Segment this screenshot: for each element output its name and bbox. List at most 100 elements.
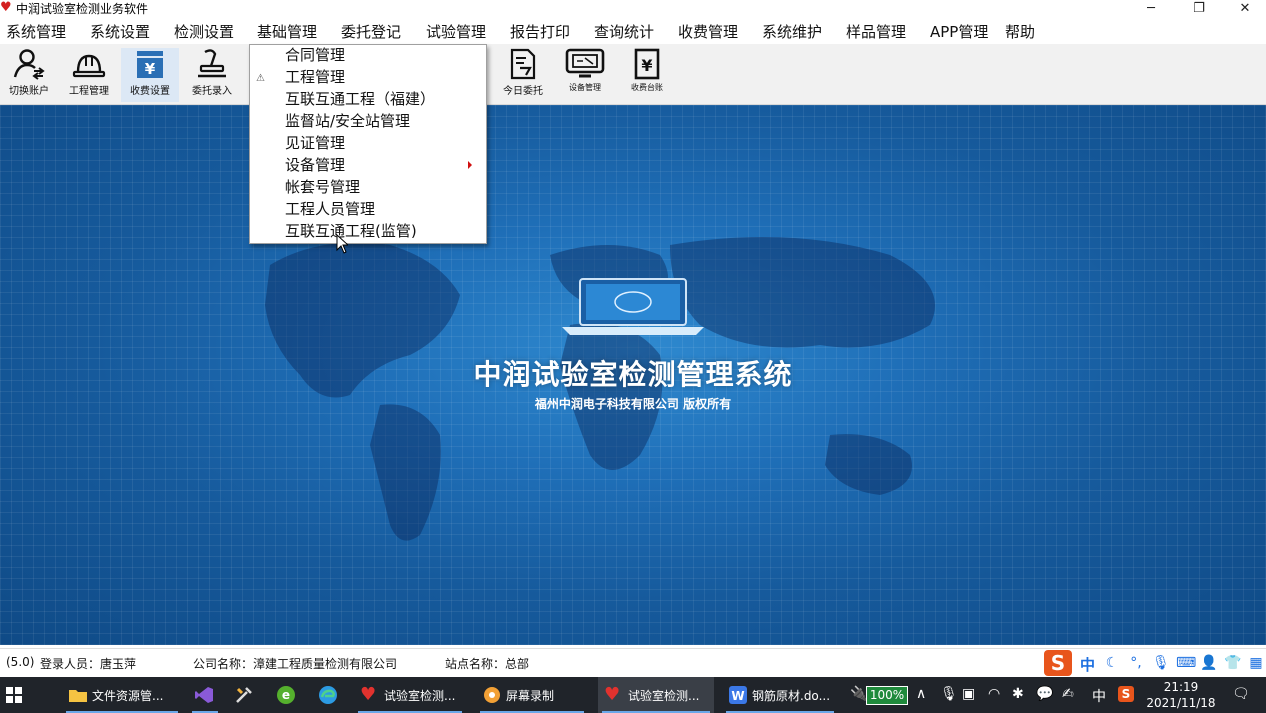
battery-indicator[interactable]: 100% (866, 686, 908, 705)
menu-help[interactable]: 帮助 (1005, 22, 1035, 42)
power-plug-icon[interactable]: 🔌 (850, 686, 867, 702)
status-bar: (5.0) 登录人员：唐玉萍 公司名称：漳建工程质量检测有限公司 站点名称：总部… (0, 648, 1266, 677)
taskbar-lab-software-2[interactable]: ♥ 试验室检测... (598, 677, 714, 713)
menu-fee-manage[interactable]: 收费管理 (678, 22, 738, 42)
notification-icon[interactable]: 🗨 (1232, 686, 1250, 702)
menu-basic-manage[interactable]: 基础管理 (257, 22, 317, 42)
bluetooth-icon[interactable]: ✱ (1012, 686, 1024, 702)
tools-icon (236, 687, 252, 703)
login-user-text: 登录人员：唐玉萍 (40, 657, 137, 671)
warning-icon: ⚠ (256, 73, 265, 84)
menu-system-settings[interactable]: 系统设置 (90, 22, 150, 42)
entrust-entry-label: 委托录入 (192, 86, 232, 97)
wifi-icon[interactable]: ◠ (988, 686, 1000, 702)
project-manage-label: 工程管理 (69, 86, 109, 97)
menu-query-stats[interactable]: 查询统计 (594, 22, 654, 42)
wechat-icon[interactable]: 💬 (1036, 686, 1053, 702)
taskbar-file-explorer[interactable]: 文件资源管... (62, 677, 182, 713)
fee-ledger-button[interactable]: ¥ 收费台账 (618, 48, 676, 102)
submenu-arrow-icon (468, 161, 472, 169)
heart-icon: ♥ (360, 684, 377, 705)
heart-icon: ♥ (604, 684, 621, 705)
taskbar-word-doc[interactable]: W 钢筋原材.do... (722, 677, 838, 713)
edge-icon (319, 686, 337, 704)
microphone-icon[interactable]: 🎙 (1152, 655, 1170, 671)
visual-studio-icon (195, 687, 213, 703)
sogou-logo-icon[interactable]: S (1044, 650, 1072, 676)
taskbar-label: 屏幕录制 (506, 689, 555, 703)
stamp-icon (198, 49, 226, 78)
minimize-button[interactable]: ─ (1128, 0, 1174, 18)
menu-system-manage[interactable]: 系统管理 (6, 22, 66, 42)
switch-account-button[interactable]: 切换账户 (0, 48, 58, 102)
device-manage-button[interactable]: 设备管理 (556, 48, 614, 102)
folder-icon (69, 690, 87, 702)
sogou-tray-icon[interactable]: S (1118, 686, 1134, 702)
menu-item-project-staff[interactable]: 工程人员管理 (285, 199, 375, 219)
fee-ledger-label: 收费台账 (631, 83, 663, 92)
windows-start-icon[interactable] (6, 687, 22, 703)
ledger-yen-icon: ¥ (634, 48, 660, 80)
taskbar-browser-green[interactable]: e (270, 677, 304, 713)
version-text: (5.0) (6, 655, 35, 669)
wps-word-icon: W (729, 686, 747, 704)
menu-item-interconnect-fujian[interactable]: 互联互通工程（福建） (285, 89, 435, 109)
entrust-entry-button[interactable]: 委托录入 (183, 48, 241, 102)
close-button[interactable]: ✕ (1222, 0, 1266, 18)
project-manage-button[interactable]: 工程管理 (60, 48, 118, 102)
menu-test-manage[interactable]: 试验管理 (426, 22, 486, 42)
fee-yen-glyph: ¥ (145, 60, 156, 78)
menu-item-account-set[interactable]: 帐套号管理 (285, 177, 360, 197)
company-name-text: 公司名称：漳建工程质量检测有限公司 (193, 657, 398, 671)
menu-system-maintain[interactable]: 系统维护 (762, 22, 822, 42)
chevron-up-icon[interactable]: ∧ (916, 686, 926, 702)
today-entrust-button[interactable]: 今日委托 (494, 48, 552, 102)
menu-detect-settings[interactable]: 检测设置 (174, 22, 234, 42)
pen-icon[interactable]: ✍ (1062, 686, 1074, 702)
screen-record-icon (484, 687, 500, 703)
menu-item-interconnect-supervise[interactable]: 互联互通工程(监管) (285, 221, 417, 241)
taskbar-label: 试验室检测... (384, 689, 456, 703)
window-title: 中润试验室检测业务软件 (16, 2, 149, 16)
ime-lang-toggle[interactable]: 中 (1080, 654, 1095, 675)
splash-background: 中润试验室检测管理系统 福州中润电子科技有限公司 版权所有 (0, 105, 1266, 645)
taskbar-tools[interactable] (228, 677, 262, 713)
taskbar-lab-software-1[interactable]: ♥ 试验室检测... (354, 677, 466, 713)
punctuation-icon[interactable]: °, (1128, 655, 1144, 671)
microphone-icon[interactable]: 🎙 (940, 686, 958, 702)
menu-report-print[interactable]: 报告打印 (510, 22, 570, 42)
menu-item-project[interactable]: 工程管理 (285, 67, 345, 87)
menu-sample-manage[interactable]: 样品管理 (846, 22, 906, 42)
clock[interactable]: 21:19 2021/11/18 (1146, 679, 1216, 711)
app-heart-icon: ♥ (0, 0, 12, 15)
maximize-button[interactable]: ❐ (1176, 0, 1222, 18)
menu-item-device[interactable]: 设备管理 (285, 155, 345, 175)
ledger-yen-glyph: ¥ (641, 56, 652, 75)
user-icon[interactable]: 👤 (1200, 655, 1217, 671)
skin-shirt-icon[interactable]: 👕 (1224, 655, 1241, 671)
taskbar-screen-record[interactable]: 屏幕录制 (476, 677, 588, 713)
menu-entrust-register[interactable]: 委托登记 (341, 22, 401, 42)
laptop-logo-icon (562, 278, 704, 335)
browser-e-icon: e (277, 686, 295, 704)
screen-capture-icon[interactable]: ▣ (962, 686, 975, 702)
moon-icon[interactable]: ☾ (1104, 655, 1120, 671)
clock-date: 2021/11/18 (1146, 696, 1216, 710)
splash-copyright: 福州中润电子科技有限公司 版权所有 (534, 397, 732, 411)
menu-item-contract[interactable]: 合同管理 (285, 45, 345, 65)
taskbar-edge[interactable] (312, 677, 346, 713)
keyboard-icon[interactable]: ⌨ (1176, 655, 1196, 671)
fee-settings-button[interactable]: ¥ 收费设置 (121, 48, 179, 102)
grid-icon[interactable]: ▦ (1248, 655, 1264, 671)
splash-title: 中润试验室检测管理系统 (473, 358, 793, 391)
menu-app-manage[interactable]: APP管理 (930, 22, 988, 42)
taskbar-visual-studio[interactable] (188, 677, 222, 713)
fee-settings-label: 收费设置 (130, 86, 170, 97)
menu-item-supervision-station[interactable]: 监督站/安全站管理 (285, 111, 410, 131)
menu-bar: 系统管理 系统设置 检测设置 基础管理 委托登记 试验管理 报告打印 查询统计 … (0, 20, 1266, 44)
menu-item-witness[interactable]: 见证管理 (285, 133, 345, 153)
input-lang-indicator[interactable]: 中 (1092, 686, 1106, 706)
today-doc-icon (510, 48, 536, 80)
basic-manage-dropdown: ⚠ 合同管理 工程管理 互联互通工程（福建） 监督站/安全站管理 见证管理 设备… (249, 44, 487, 244)
clock-time: 21:19 (1163, 680, 1199, 694)
